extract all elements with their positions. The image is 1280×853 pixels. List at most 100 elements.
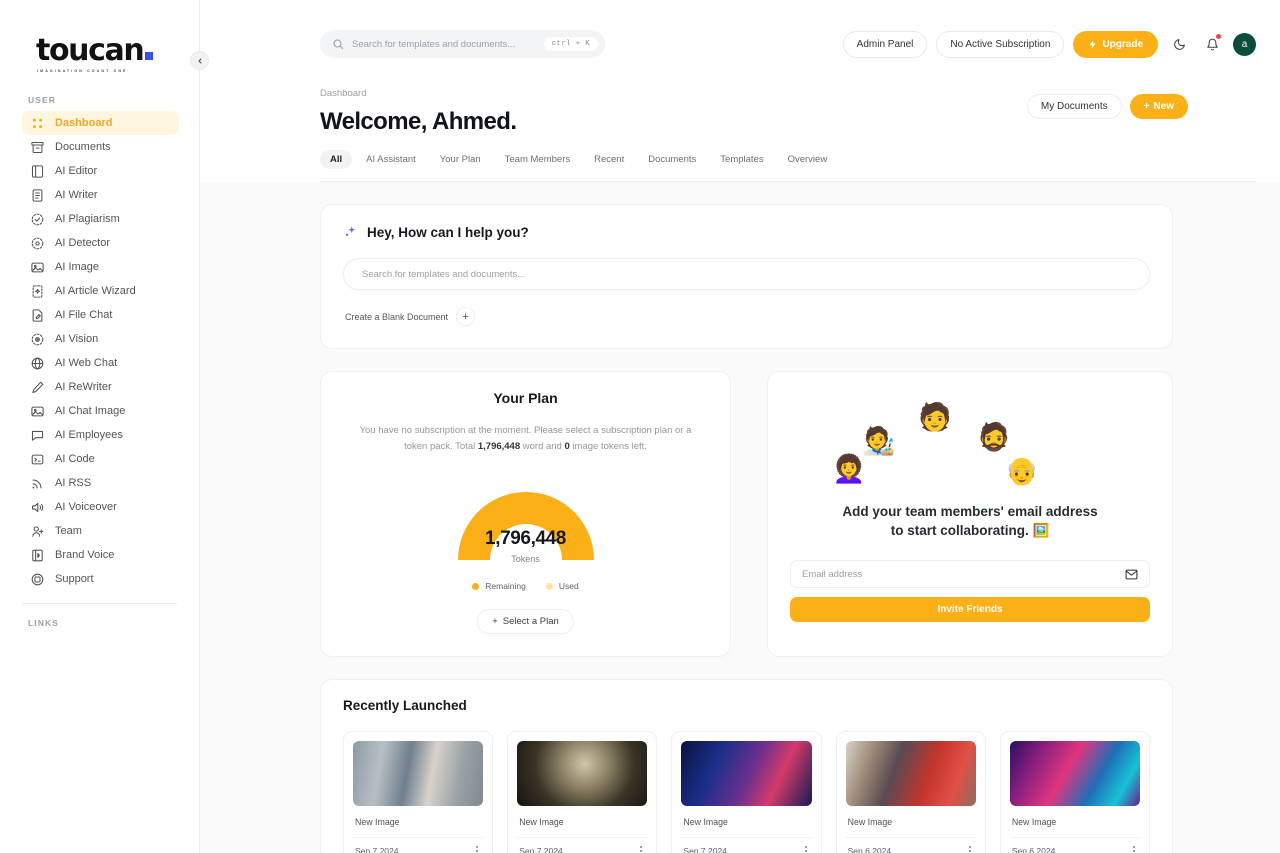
document-icon	[30, 188, 45, 203]
subscription-status-chip[interactable]: No Active Subscription	[936, 30, 1065, 58]
ai-helper-search-input[interactable]: Search for templates and documents...	[343, 258, 1150, 290]
tab-ai-assistant[interactable]: AI Assistant	[356, 150, 426, 169]
sidebar-item-label: AI Detector	[55, 237, 111, 249]
create-blank-document-label: Create a Blank Document	[345, 311, 449, 322]
notifications-button[interactable]	[1200, 32, 1224, 56]
recent-item-name: New Image	[1011, 817, 1057, 828]
search-shortcut-badge: ctrl + K	[543, 37, 598, 51]
sidebar-item-ai-voiceover[interactable]: AI Voiceover	[22, 495, 179, 519]
team-avatar: 👩‍🦱	[832, 454, 866, 484]
sidebar-item-ai-employees[interactable]: AI Employees	[22, 423, 179, 447]
page-header: Dashboard Welcome, Ahmed. My Documents +…	[200, 88, 1280, 182]
sidebar-item-team[interactable]: Team	[22, 519, 179, 543]
sidebar-item-ai-code[interactable]: AI Code	[22, 447, 179, 471]
sidebar-item-ai-editor[interactable]: AI Editor	[22, 159, 179, 183]
brand-logo[interactable]: toucan IMAGINATION COUNT ONE	[0, 0, 199, 73]
sidebar-item-label: AI File Chat	[55, 309, 113, 321]
sidebar-item-label: AI RSS	[55, 477, 92, 489]
recent-item-thumbnail[interactable]	[681, 741, 812, 807]
recent-item-thumbnail[interactable]	[845, 741, 976, 807]
recent-item-card[interactable]: New Image Sep 7 2024	[343, 731, 494, 853]
sidebar-item-label: AI Article Wizard	[55, 285, 136, 297]
sidebar-divider	[22, 603, 177, 604]
more-options-icon[interactable]	[1130, 843, 1138, 853]
recent-item-card[interactable]: New Image Sep 6 2024	[999, 731, 1151, 853]
tab-documents[interactable]: Documents	[638, 150, 706, 169]
grid-icon	[30, 116, 45, 131]
sidebar-section-links: LINKS	[28, 618, 59, 628]
sidebar-section-user: USER	[28, 95, 57, 105]
global-search-input[interactable]: Search for templates and documents... ct…	[320, 30, 605, 58]
team-avatar: 🧔	[977, 422, 1011, 452]
lightning-icon	[1089, 40, 1096, 48]
sidebar-item-label: AI Code	[55, 453, 95, 465]
sidebar-item-ai-article-wizard[interactable]: AI Article Wizard	[22, 279, 179, 303]
ai-helper-card: Hey, How can I help you? Search for temp…	[320, 204, 1173, 349]
moon-icon	[1173, 38, 1185, 50]
gauge-value: 1,796,448	[485, 528, 566, 550]
recent-item-thumbnail[interactable]	[353, 741, 484, 807]
more-options-icon[interactable]	[966, 843, 974, 853]
my-documents-button[interactable]: My Documents	[1026, 94, 1122, 119]
sidebar-item-ai-chat-image[interactable]: AI Chat Image	[22, 399, 179, 423]
sidebar-item-ai-detector[interactable]: AI Detector	[22, 231, 179, 255]
upgrade-button[interactable]: Upgrade	[1073, 30, 1158, 58]
sidebar-item-ai-rewriter[interactable]: AI ReWriter	[22, 375, 179, 399]
sidebar-item-documents[interactable]: Documents	[22, 135, 179, 159]
invite-friends-button[interactable]: Invite Friends	[790, 597, 1150, 623]
user-avatar[interactable]: a	[1233, 32, 1256, 56]
sidebar-item-support[interactable]: Support	[22, 567, 179, 591]
tab-all[interactable]: All	[320, 150, 353, 169]
email-address-input[interactable]: Email address	[790, 560, 1150, 589]
more-options-icon[interactable]	[473, 843, 481, 853]
select-a-plan-button[interactable]: + Select a Plan	[477, 609, 574, 635]
your-plan-title: Your Plan	[493, 390, 558, 406]
terminal-icon	[30, 452, 45, 467]
your-plan-card: Your Plan You have no subscription at th…	[320, 371, 731, 658]
recent-item-card[interactable]: New Image Sep 7 2024	[507, 731, 658, 853]
sidebar-item-ai-image[interactable]: AI Image	[22, 255, 179, 279]
sidebar-item-ai-vision[interactable]: AI Vision	[22, 327, 179, 351]
team-invite-headline: Add your team members' email address to …	[790, 502, 1150, 540]
dark-mode-toggle[interactable]	[1167, 32, 1191, 56]
plus-icon[interactable]: +	[456, 307, 476, 326]
sidebar-item-ai-rss[interactable]: AI RSS	[22, 471, 179, 495]
gauge-legend: Remaining Used	[345, 581, 706, 591]
sidebar-item-dashboard[interactable]: Dashboard	[22, 111, 179, 135]
recent-item-card[interactable]: New Image Sep 7 2024	[671, 731, 822, 853]
recently-launched-card: Recently Launched New Image Sep 7 2024 New…	[320, 679, 1173, 853]
new-button[interactable]: + New	[1129, 94, 1188, 119]
sidebar-item-label: AI Vision	[55, 333, 99, 345]
bell-icon	[1206, 38, 1218, 50]
sidebar-item-label: Documents	[55, 141, 111, 153]
sidebar-item-brand-voice[interactable]: Brand Voice	[22, 543, 179, 567]
tab-recent[interactable]: Recent	[584, 150, 634, 169]
email-placeholder: Email address	[802, 568, 863, 580]
sidebar: toucan IMAGINATION COUNT ONE USER Dashbo…	[0, 0, 200, 853]
recent-item-thumbnail[interactable]	[1009, 741, 1141, 807]
sidebar-item-ai-web-chat[interactable]: AI Web Chat	[22, 351, 179, 375]
tab-team-members[interactable]: Team Members	[495, 150, 580, 169]
more-options-icon[interactable]	[802, 843, 810, 853]
plus-icon: +	[1143, 101, 1150, 112]
recent-item-footer: Sep 7 2024	[517, 837, 648, 853]
sidebar-item-ai-file-chat[interactable]: AI File Chat	[22, 303, 179, 327]
admin-panel-button[interactable]: Admin Panel	[842, 30, 928, 58]
tab-overview[interactable]: Overview	[778, 150, 838, 169]
create-blank-document[interactable]: Create a Blank Document +	[343, 307, 1150, 326]
brand-name: toucan	[36, 33, 145, 68]
team-headline-line1: Add your team members' email address	[842, 504, 1098, 519]
sidebar-item-label: AI Employees	[55, 429, 123, 441]
sidebar-item-ai-writer[interactable]: AI Writer	[22, 183, 179, 207]
brand-dot	[145, 52, 154, 60]
recent-item-thumbnail[interactable]	[517, 741, 648, 807]
recent-item-name: New Image	[847, 817, 893, 828]
sidebar-collapse-button[interactable]	[190, 51, 209, 70]
sidebar-item-label: AI Plagiarism	[55, 213, 120, 225]
sidebar-item-ai-plagiarism[interactable]: AI Plagiarism	[22, 207, 179, 231]
more-options-icon[interactable]	[637, 843, 645, 853]
tab-templates[interactable]: Templates	[710, 150, 773, 169]
pencil-icon	[30, 380, 45, 395]
tab-your-plan[interactable]: Your Plan	[430, 150, 491, 169]
recent-item-card[interactable]: New Image Sep 6 2024	[835, 731, 986, 853]
